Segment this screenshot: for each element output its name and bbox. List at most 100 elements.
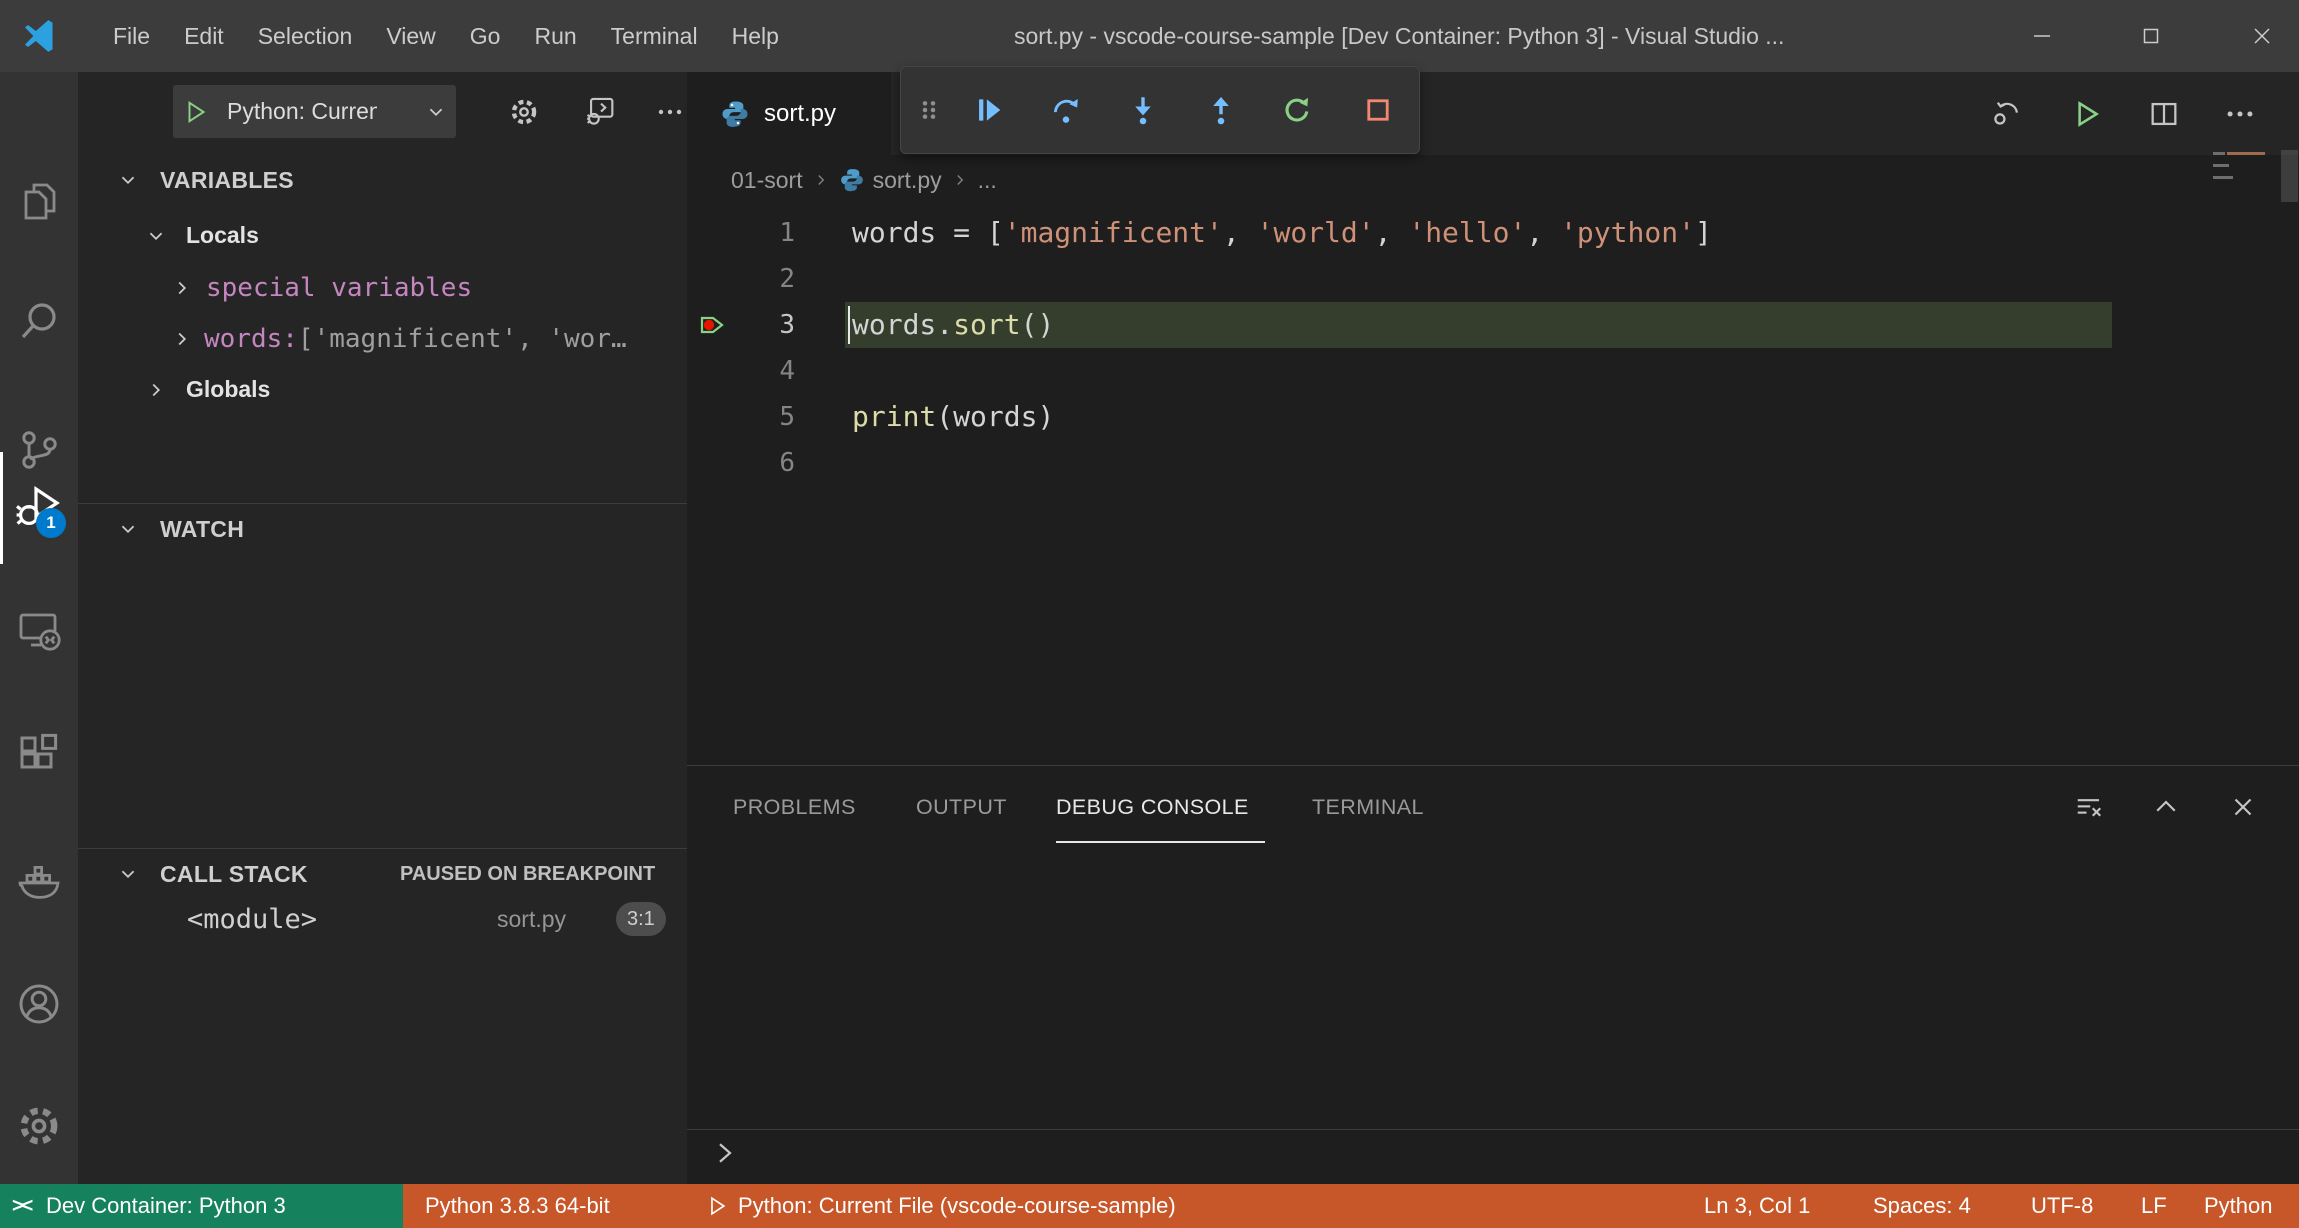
restart-button[interactable] — [1280, 93, 1314, 127]
eol-item[interactable]: LF — [2141, 1184, 2167, 1228]
debug-console-icon[interactable] — [584, 94, 618, 128]
breadcrumbs: 01-sort sort.py ... — [687, 155, 2299, 205]
frame-position-badge: 3:1 — [616, 902, 666, 936]
cursor-position-item[interactable]: Ln 3, Col 1 — [1704, 1184, 1810, 1228]
title-bar: File Edit Selection View Go Run Terminal… — [0, 0, 2299, 72]
chevron-down-icon — [121, 176, 135, 185]
stop-button[interactable] — [1361, 93, 1395, 127]
bottom-panel: PROBLEMS OUTPUT DEBUG CONSOLE TERMINAL — [687, 765, 2299, 1185]
watch-section-header[interactable]: WATCH — [118, 504, 244, 554]
step-into-button[interactable] — [1126, 93, 1160, 127]
breakpoint-current-line-icon[interactable] — [697, 310, 727, 340]
chevron-down-icon — [149, 232, 163, 240]
indentation-item[interactable]: Spaces: 4 — [1873, 1184, 1971, 1228]
run-python-file-icon[interactable] — [2069, 97, 2103, 131]
menu-file[interactable]: File — [96, 0, 167, 72]
menu-selection[interactable]: Selection — [241, 0, 370, 72]
menu-bar: File Edit Selection View Go Run Terminal… — [96, 0, 796, 72]
tab-problems[interactable]: PROBLEMS — [733, 766, 856, 849]
tab-debug-console[interactable]: DEBUG CONSOLE — [1056, 766, 1249, 849]
menu-view[interactable]: View — [369, 0, 452, 72]
code-line-3[interactable]: words.sort() — [852, 302, 1054, 348]
chevron-down-icon — [121, 525, 135, 534]
active-tab-underline — [1056, 841, 1265, 843]
encoding-item[interactable]: UTF-8 — [2031, 1184, 2093, 1228]
chevron-down-icon — [121, 870, 135, 879]
language-mode-item[interactable]: Python — [2204, 1184, 2273, 1228]
python-file-icon — [720, 99, 750, 129]
collapse-panel-icon[interactable] — [2151, 792, 2181, 822]
text-cursor — [848, 306, 850, 344]
line-number: 2 — [779, 264, 795, 294]
menu-run[interactable]: Run — [517, 0, 593, 72]
line-number: 1 — [779, 218, 795, 248]
chevron-right-icon — [178, 281, 187, 294]
tab-terminal[interactable]: TERMINAL — [1312, 766, 1424, 849]
console-input-divider — [687, 1129, 2299, 1130]
chevron-right-icon — [178, 332, 187, 345]
editor-scrollbar[interactable] — [2281, 150, 2298, 202]
frame-name: <module> — [187, 904, 318, 935]
code-line-1[interactable]: words = ['magnificent', 'world', 'hello'… — [852, 210, 1712, 256]
line-number: 5 — [779, 402, 795, 432]
search-icon[interactable] — [15, 297, 63, 345]
remote-indicator[interactable]: >< Dev Container: Python 3 — [0, 1184, 403, 1228]
extensions-icon[interactable] — [15, 731, 63, 779]
menu-edit[interactable]: Edit — [167, 0, 241, 72]
chevron-right-icon — [956, 175, 963, 185]
maximize-button[interactable] — [2115, 0, 2187, 72]
tab-label: sort.py — [764, 99, 837, 127]
variables-section-header[interactable]: VARIABLES — [118, 155, 294, 205]
more-actions-icon[interactable] — [656, 102, 686, 122]
split-editor-icon[interactable] — [2147, 97, 2181, 131]
launch-config-dropdown[interactable]: Python: Current — [173, 85, 456, 138]
variable-words-row[interactable]: words: ['magnificent', 'wor… — [172, 313, 687, 364]
debug-badge: 1 — [36, 508, 66, 538]
console-prompt-icon[interactable] — [710, 1138, 740, 1168]
toolbar-drag-grip[interactable] — [913, 93, 945, 127]
remote-icon: >< — [12, 1195, 33, 1217]
breadcrumb-file[interactable]: sort.py — [873, 167, 942, 194]
close-panel-icon[interactable] — [2228, 792, 2258, 822]
menu-help[interactable]: Help — [715, 0, 796, 72]
minimap[interactable] — [2213, 150, 2268, 260]
window-title: sort.py - vscode-course-sample [Dev Cont… — [1014, 23, 1785, 49]
tab-sort-py[interactable]: sort.py — [687, 72, 891, 155]
menu-terminal[interactable]: Terminal — [594, 0, 715, 72]
gear-icon[interactable] — [508, 96, 540, 128]
settings-gear-icon[interactable] — [15, 1102, 63, 1150]
call-stack-frame-row[interactable]: <module> — [187, 894, 317, 945]
minimize-button[interactable] — [2006, 0, 2078, 72]
variables-globals-row[interactable]: Globals — [146, 364, 270, 415]
start-debug-icon[interactable] — [183, 99, 209, 125]
continue-button[interactable] — [972, 93, 1006, 127]
breadcrumb-folder[interactable]: 01-sort — [731, 167, 803, 194]
step-over-button[interactable] — [1049, 93, 1083, 127]
breadcrumb-symbol[interactable]: ... — [978, 167, 997, 194]
play-icon — [706, 1195, 728, 1217]
accounts-icon[interactable] — [15, 980, 63, 1028]
variables-locals-row[interactable]: Locals — [146, 210, 259, 261]
open-changes-icon[interactable] — [1990, 97, 2024, 131]
chevron-down-icon — [426, 102, 446, 122]
code-line-5[interactable]: print(words) — [852, 394, 1054, 440]
step-out-button[interactable] — [1204, 93, 1238, 127]
tab-output[interactable]: OUTPUT — [916, 766, 1007, 849]
editor-more-actions-icon[interactable] — [2223, 97, 2257, 131]
variable-special-row[interactable]: special variables — [172, 262, 687, 313]
clear-console-icon[interactable] — [2074, 792, 2104, 822]
frame-file: sort.py — [497, 906, 567, 932]
call-stack-section-header[interactable]: CALL STACK — [118, 849, 308, 899]
debug-sidebar: Python: Current VARIABLES Locals special… — [78, 72, 687, 1184]
source-control-icon[interactable] — [15, 426, 63, 474]
chevron-right-icon — [817, 175, 824, 185]
line-number: 4 — [779, 356, 795, 386]
activity-bar: 1 — [0, 72, 78, 1184]
explorer-icon[interactable] — [15, 177, 63, 225]
line-number: 6 — [779, 448, 795, 478]
menu-go[interactable]: Go — [453, 0, 518, 72]
docker-icon[interactable] — [15, 856, 63, 904]
python-interpreter-item[interactable]: Python 3.8.3 64-bit — [425, 1184, 610, 1228]
remote-explorer-icon[interactable] — [15, 606, 63, 654]
close-button[interactable] — [2226, 0, 2298, 72]
